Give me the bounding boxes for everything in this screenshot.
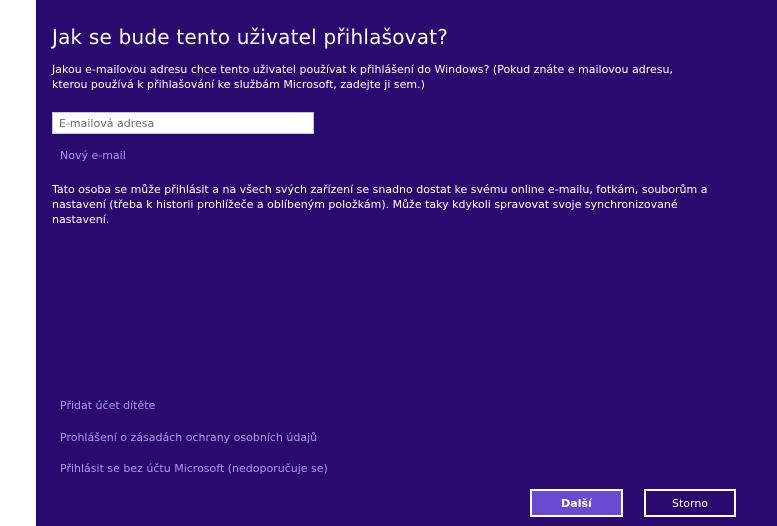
- page-title: Jak se bude tento uživatel přihlašovat?: [52, 25, 449, 49]
- email-field[interactable]: [52, 112, 314, 134]
- sign-in-without-microsoft-account-link[interactable]: Přihlásit se bez účtu Microsoft (nedopor…: [60, 461, 328, 476]
- cancel-button[interactable]: Storno: [644, 489, 736, 517]
- next-button[interactable]: Další: [530, 489, 623, 517]
- email-description: Jakou e-mailovou adresu chce tento uživa…: [52, 63, 673, 91]
- account-info-text: Tato osoba se může přihlásit a na všech …: [52, 183, 708, 226]
- privacy-statement-link[interactable]: Prohlášení o zásadách ochrany osobních ú…: [60, 430, 317, 445]
- add-child-account-link[interactable]: Přidat účet dítěte: [60, 398, 155, 413]
- microsoft-account-dialog: Jak se bude tento uživatel přihlašovat? …: [36, 0, 777, 526]
- new-email-link[interactable]: Nový e-mail: [60, 148, 126, 163]
